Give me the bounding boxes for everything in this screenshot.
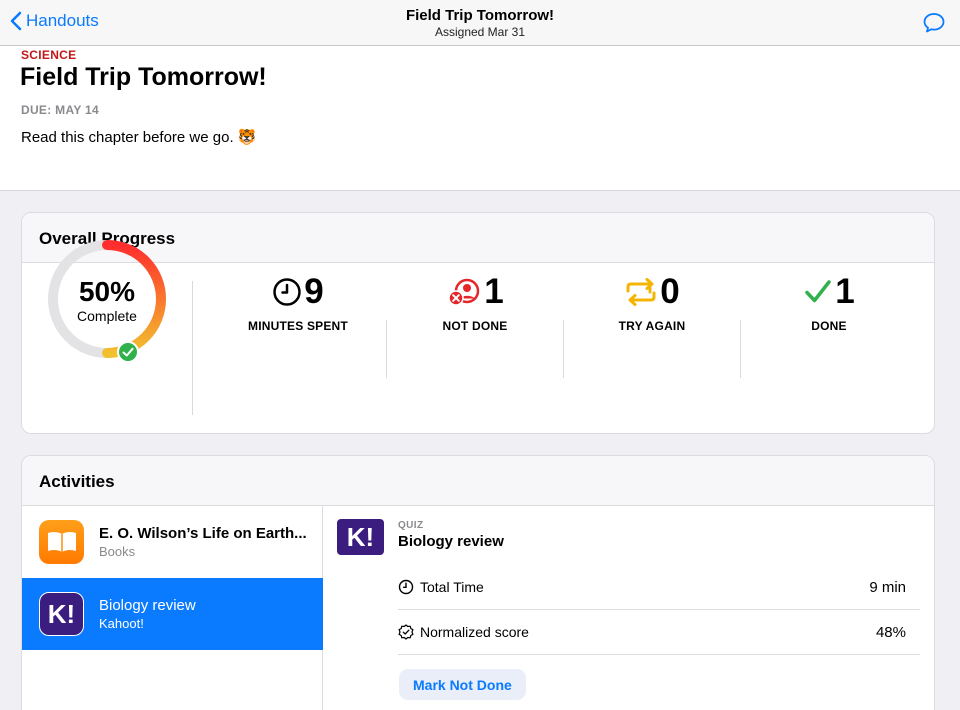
progress-divider <box>192 281 193 415</box>
nav-subtitle: Assigned Mar 31 <box>434 25 526 39</box>
assignment-instructions: Read this chapter before we go. 🐯 <box>21 129 257 146</box>
progress-ring: 50% Complete <box>44 236 170 366</box>
progress-complete-label: Complete <box>77 308 137 324</box>
stat-done: 1 DONE <box>741 273 917 333</box>
kahoot-app-icon: K! <box>337 519 384 555</box>
activity-source: Kahoot! <box>99 616 144 631</box>
normalized-score-label: Normalized score <box>420 624 529 640</box>
done-value: 1 <box>835 272 855 311</box>
navigation-bar: Handouts Field Trip Tomorrow! Assigned M… <box>0 0 960 46</box>
assignment-header: SCIENCE Field Trip Tomorrow! DUE: MAY 14… <box>0 46 960 191</box>
overall-progress-card: Overall Progress 50% Complete 9 MINUTES … <box>21 212 935 434</box>
try-again-label: TRY AGAIN <box>618 319 686 333</box>
nav-title: Field Trip Tomorrow! <box>405 7 555 24</box>
activity-type: QUIZ <box>398 520 424 531</box>
done-label: DONE <box>811 319 847 333</box>
due-date: DUE: MAY 14 <box>21 103 99 117</box>
score-badge-icon <box>398 624 414 640</box>
activity-title: Biology review <box>99 597 196 614</box>
try-again-value: 0 <box>660 272 680 311</box>
normalized-score-value: 48% <box>875 623 906 641</box>
total-time-row: Total Time 9 min <box>398 565 920 610</box>
try-again-icon <box>626 278 656 306</box>
speech-bubble-icon <box>923 13 945 33</box>
stat-minutes-spent: 9 MINUTES SPENT <box>210 272 386 334</box>
activities-card-title: Activities <box>22 456 934 506</box>
stat-not-done: 1 NOT DONE <box>387 272 563 334</box>
checkmark-icon <box>805 280 832 303</box>
activities-card: Activities E. O. Wilson’s Life on Earth.… <box>21 455 935 710</box>
minutes-spent-label: MINUTES SPENT <box>248 319 348 333</box>
clock-icon <box>398 579 414 595</box>
minutes-spent-value: 9 <box>304 272 324 311</box>
activity-source: Books <box>99 544 136 559</box>
kahoot-app-icon: K! <box>39 592 84 636</box>
total-time-value: 9 min <box>869 578 906 596</box>
activity-title: E. O. Wilson’s Life on Earth... <box>99 525 307 542</box>
activity-item-kahoot[interactable]: K! Biology review Kahoot! <box>22 578 323 650</box>
not-done-icon <box>448 278 480 306</box>
comment-button[interactable] <box>922 11 946 40</box>
total-time-label: Total Time <box>420 579 484 595</box>
normalized-score-row: Normalized score 48% <box>398 610 920 655</box>
books-app-icon <box>39 520 84 564</box>
clock-icon <box>273 278 302 306</box>
not-done-label: NOT DONE <box>442 319 508 333</box>
activity-item-books[interactable]: E. O. Wilson’s Life on Earth... Books <box>22 506 323 578</box>
not-done-value: 1 <box>484 272 504 311</box>
progress-percent: 50% <box>78 276 136 307</box>
assignment-title: Field Trip Tomorrow! <box>20 63 267 91</box>
subject-label: SCIENCE <box>21 48 77 62</box>
activity-detail-title: Biology review <box>398 533 504 550</box>
activities-list: E. O. Wilson’s Life on Earth... Books K!… <box>22 506 323 710</box>
stat-try-again: 0 TRY AGAIN <box>564 272 740 334</box>
complete-check-icon <box>117 341 139 363</box>
mark-not-done-button[interactable]: Mark Not Done <box>399 669 526 700</box>
